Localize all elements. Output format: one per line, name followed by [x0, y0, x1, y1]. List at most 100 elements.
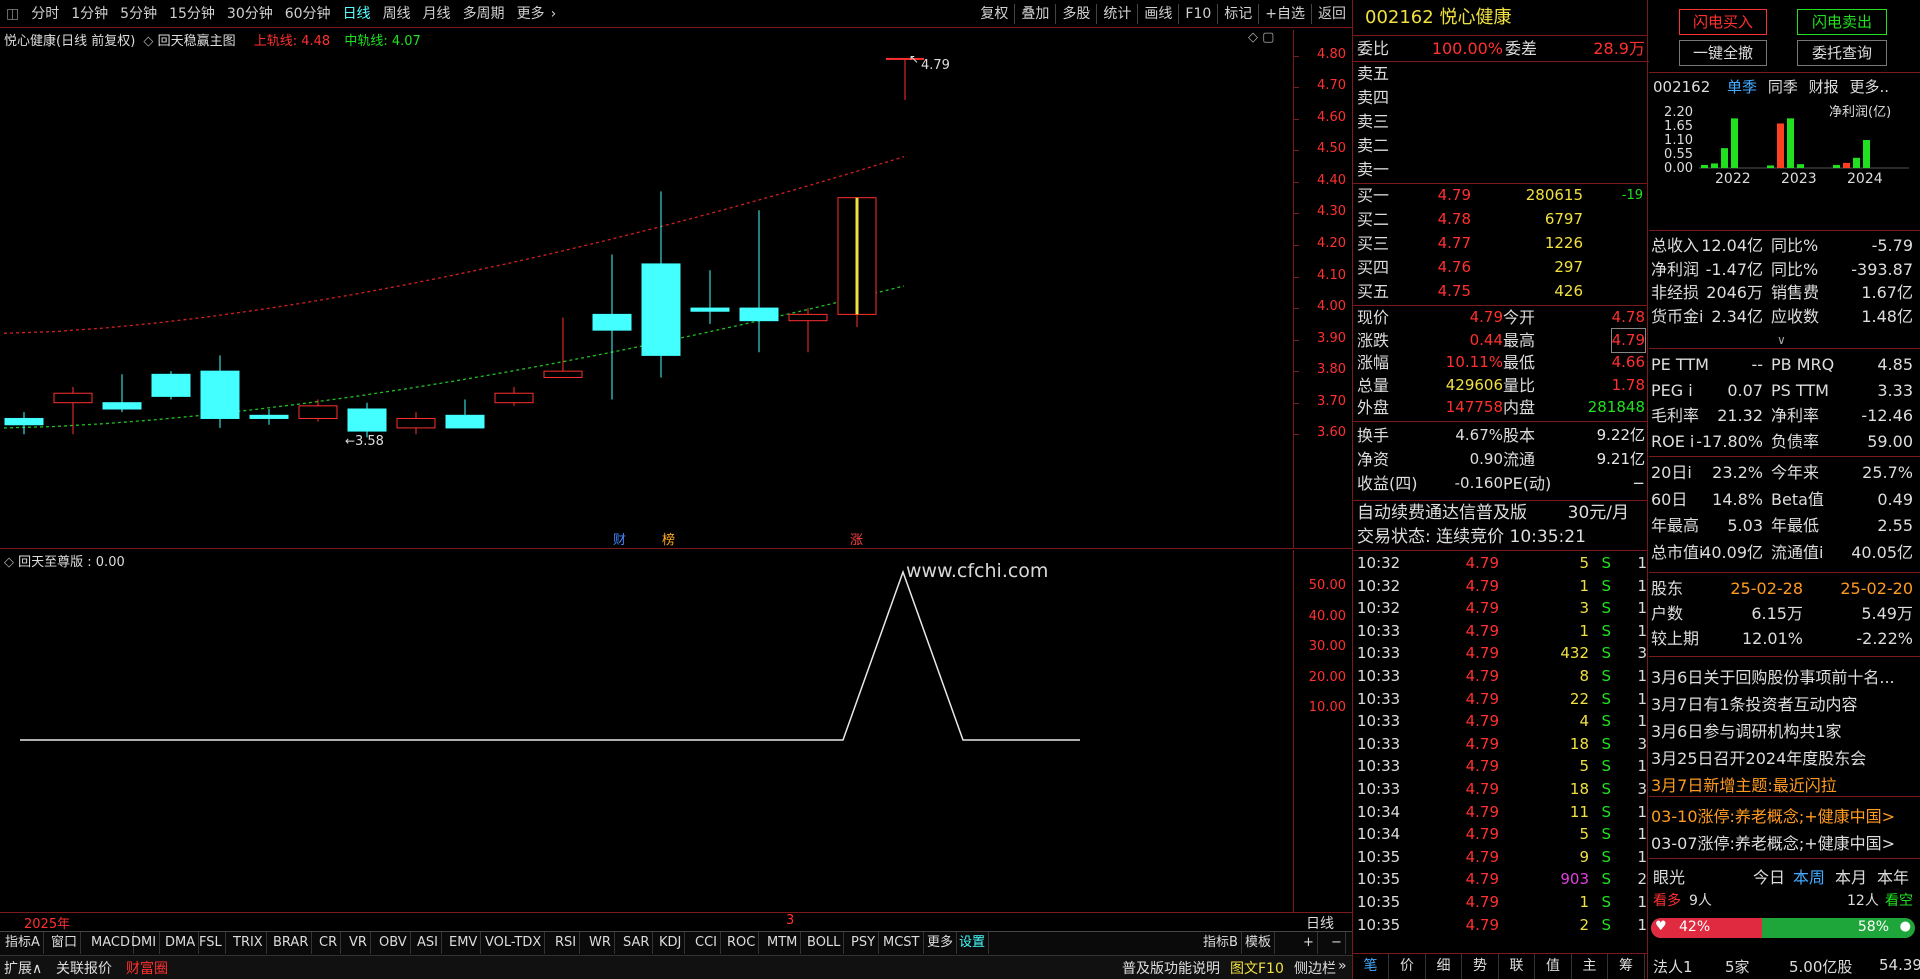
period-tab-more[interactable]: 更多: [511, 0, 551, 28]
indicator-tab[interactable]: PSY: [848, 932, 880, 954]
buy-level-row[interactable]: 买二 4.78 6797: [1353, 208, 1649, 231]
flash-sell-button[interactable]: 闪电卖出: [1797, 9, 1887, 35]
add-favorite-button[interactable]: +自选: [1259, 0, 1311, 28]
indicator-tab[interactable]: FSL: [196, 932, 226, 954]
indicator-tab[interactable]: ROC: [724, 932, 760, 954]
cancel-all-button[interactable]: 一键全撤: [1679, 40, 1767, 66]
period-tab-60min[interactable]: 60分钟: [279, 0, 337, 28]
tab-quarter[interactable]: 单季: [1727, 78, 1757, 96]
period-tab-fenshi[interactable]: 分时: [25, 0, 65, 28]
buy-level-row[interactable]: 买四 4.76 297: [1353, 256, 1649, 279]
tick-row: 10:33 4.79 432 S 3: [1353, 642, 1649, 665]
indicator-tab[interactable]: CR: [316, 932, 342, 954]
sell-level-row[interactable]: 卖一: [1353, 158, 1649, 181]
indicator-right-tab[interactable]: +: [1300, 932, 1318, 954]
double-chevron-icon[interactable]: »: [1338, 958, 1347, 974]
eye-tab-week[interactable]: 本周: [1793, 864, 1825, 888]
limit-up-item[interactable]: 03-10涨停:养老概念;+健康中国>: [1651, 803, 1895, 827]
overlay-button[interactable]: 叠加: [1015, 0, 1055, 28]
tick-tab[interactable]: 势: [1463, 954, 1499, 979]
buy-level-row[interactable]: 买一 4.79 280615 -19: [1353, 184, 1649, 207]
indicator-right-tab[interactable]: −: [1328, 932, 1346, 954]
news-item[interactable]: 3月7日新增主题:最近闪拉: [1651, 772, 1837, 796]
f10-tab[interactable]: 图文F10: [1230, 958, 1284, 978]
stats-button[interactable]: 统计: [1097, 0, 1137, 28]
indicator-tab[interactable]: BRAR: [270, 932, 313, 954]
tick-tab[interactable]: 主: [1572, 954, 1608, 979]
sidebar-toggle[interactable]: 侧边栏: [1294, 958, 1336, 978]
candlestick-chart[interactable]: 4.79 3.58 ↖ ← 财 榜 涨: [0, 30, 1294, 548]
indicator-tab[interactable]: 指标A: [2, 932, 44, 954]
indicator-tab[interactable]: TRIX: [230, 932, 267, 954]
expand-chevron-icon[interactable]: ∨: [1777, 333, 1786, 347]
period-tab-weekly[interactable]: 周线: [377, 0, 417, 28]
indicator-tab[interactable]: WR: [586, 932, 615, 954]
tick-tab[interactable]: 价: [1390, 954, 1426, 979]
period-tab-monthly[interactable]: 月线: [417, 0, 457, 28]
ad-row[interactable]: 自动续费通达信普及版 30元/月: [1353, 500, 1647, 525]
extend-tab[interactable]: 扩展∧: [4, 958, 42, 978]
indicator-tab[interactable]: VOL-TDX: [482, 932, 546, 954]
tick-tab[interactable]: 细: [1426, 954, 1462, 979]
indicator-tab[interactable]: ASI: [414, 932, 442, 954]
eye-tab-today[interactable]: 今日: [1753, 864, 1785, 888]
feature-guide-link[interactable]: 普及版功能说明: [1122, 958, 1220, 978]
indicator-tab[interactable]: EMV: [446, 932, 482, 954]
period-tab-daily[interactable]: 日线: [337, 0, 377, 28]
news-item[interactable]: 3月6日参与调研机构共1家: [1651, 718, 1842, 742]
f10-button[interactable]: F10: [1179, 0, 1217, 28]
tick-tab[interactable]: 笔: [1353, 954, 1389, 979]
eye-tab-year[interactable]: 本年: [1877, 864, 1909, 888]
tab-more[interactable]: 更多..: [1849, 78, 1889, 96]
news-item[interactable]: 3月6日关于回购股份事项前十名...: [1651, 664, 1895, 688]
indicator-chart[interactable]: [0, 550, 1294, 912]
indicator-tab[interactable]: 更多: [924, 932, 958, 954]
indicator-tab[interactable]: DMA: [162, 932, 200, 954]
indicator-tab[interactable]: CCI: [692, 932, 721, 954]
period-tab-30min[interactable]: 30分钟: [221, 0, 279, 28]
flash-buy-button[interactable]: 闪电买入: [1679, 9, 1767, 35]
indicator-right-tab[interactable]: 模板: [1242, 932, 1276, 954]
indicator-tab[interactable]: BOLL: [804, 932, 845, 954]
order-query-button[interactable]: 委托查询: [1797, 40, 1887, 66]
sell-level-row[interactable]: 卖二: [1353, 134, 1649, 157]
period-tab-15min[interactable]: 15分钟: [163, 0, 221, 28]
indicator-tab[interactable]: MCST: [880, 932, 924, 954]
related-quote-tab[interactable]: 关联报价: [56, 958, 112, 978]
indicator-right-tab[interactable]: 指标B: [1200, 932, 1242, 954]
tick-tab[interactable]: 筹: [1609, 954, 1645, 979]
toolbar-icon[interactable]: ◫: [0, 0, 25, 28]
eye-tab-month[interactable]: 本月: [1835, 864, 1867, 888]
buy-level-row[interactable]: 买五 4.75 426: [1353, 280, 1649, 303]
period-tab-5min[interactable]: 5分钟: [114, 0, 163, 28]
indicator-tab[interactable]: VR: [346, 932, 371, 954]
period-tab-1min[interactable]: 1分钟: [65, 0, 114, 28]
multi-stock-button[interactable]: 多股: [1056, 0, 1096, 28]
indicator-tab[interactable]: KDJ: [656, 932, 686, 954]
sell-level-row[interactable]: 卖五: [1353, 62, 1649, 85]
fuquan-button[interactable]: 复权: [974, 0, 1014, 28]
wealth-circle-tab[interactable]: 财富圈: [126, 958, 168, 978]
news-item[interactable]: 3月25日召开2024年度股东会: [1651, 745, 1866, 769]
draw-button[interactable]: 画线: [1138, 0, 1178, 28]
chevron-right-icon[interactable]: ›: [551, 0, 557, 28]
tick-tab[interactable]: 联: [1499, 954, 1535, 979]
mark-button[interactable]: 标记: [1218, 0, 1258, 28]
indicator-tab[interactable]: 窗口: [48, 932, 82, 954]
back-button[interactable]: 返回: [1312, 0, 1352, 28]
indicator-tab[interactable]: SAR: [620, 932, 654, 954]
limit-up-item[interactable]: 03-07涨停:养老概念;+健康中国>: [1651, 830, 1895, 854]
buy-level-row[interactable]: 买三 4.77 1226: [1353, 232, 1649, 255]
sell-level-row[interactable]: 卖四: [1353, 86, 1649, 109]
tab-report[interactable]: 财报: [1809, 78, 1839, 96]
tab-same-quarter[interactable]: 同季: [1768, 78, 1798, 96]
indicator-tab[interactable]: DMI: [128, 932, 161, 954]
tick-tab[interactable]: 值: [1536, 954, 1572, 979]
period-tab-multi[interactable]: 多周期: [457, 0, 511, 28]
indicator-tab[interactable]: MTM: [764, 932, 802, 954]
indicator-tab[interactable]: OBV: [376, 932, 411, 954]
indicator-tab[interactable]: RSI: [552, 932, 581, 954]
indicator-tab[interactable]: 设置: [956, 932, 990, 954]
news-item[interactable]: 3月7日有1条投资者互动内容: [1651, 691, 1858, 715]
sell-level-row[interactable]: 卖三: [1353, 110, 1649, 133]
